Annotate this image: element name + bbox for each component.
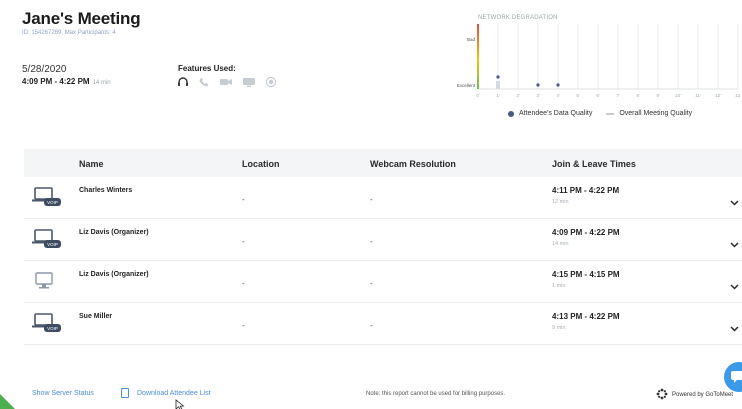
attendee-location: - (242, 195, 245, 204)
meeting-title: Jane's Meeting (22, 9, 141, 28)
x-tick-label: 12' (715, 93, 721, 98)
legend-dot-icon (508, 110, 514, 117)
chevron-down-icon[interactable] (730, 193, 739, 211)
attendee-name: Sue Miller (79, 313, 113, 320)
x-tick-label: 1' (496, 93, 500, 98)
download-attendee-list-link[interactable]: Download Attendee List (137, 390, 211, 397)
computer-icon (32, 271, 64, 296)
x-tick-label: 2' (516, 93, 520, 98)
meeting-date: 5/28/2020 (22, 64, 67, 75)
svg-text:VOIP: VOIP (47, 242, 58, 247)
attendee-join-leave: 4:09 PM - 4:22 PM (552, 228, 620, 237)
table-row[interactable]: VOIP Charles Winters - - 4:11 PM - 4:22 PM 12… (24, 177, 742, 219)
table-row[interactable]: VOIP Liz Davis (Organizer) - - 4:09 PM - 4:2… (24, 219, 742, 261)
header-webcam: Webcam Resolution (370, 159, 456, 169)
webcam-icon (219, 76, 233, 88)
billing-note: Note: this report cannot be used for bil… (366, 391, 506, 397)
x-tick-label: 5' (576, 93, 580, 98)
attendee-join-leave: 4:11 PM - 4:22 PM (552, 186, 620, 195)
x-tick-label: 6' (596, 93, 600, 98)
attendee-duration: 12 min (552, 199, 569, 205)
attendee-location: - (242, 279, 245, 288)
attendee-location: - (242, 237, 245, 246)
download-icon[interactable] (121, 388, 129, 398)
attendee-webcam: - (370, 279, 373, 288)
chevron-down-icon[interactable] (730, 277, 739, 295)
network-degradation-chart: NETWORK DEGRADATION 0' 1' 2' 3' 4' 5' 6' 7' 8' 9'… (440, 14, 741, 104)
data-point (496, 75, 500, 79)
attendee-name: Liz Davis (Organizer) (79, 229, 149, 236)
chat-button[interactable] (724, 362, 742, 392)
chart-title: NETWORK DEGRADATION (478, 15, 558, 21)
chat-icon (731, 371, 742, 383)
svg-text:VOIP: VOIP (47, 200, 58, 205)
legend-overall: Overall Meeting Quality (606, 110, 692, 117)
x-tick-label: 10' (675, 93, 681, 98)
legend-overall-label: Overall Meeting Quality (619, 110, 693, 117)
y-label-bad: Bad (467, 37, 476, 42)
gotomeeting-logo-icon (656, 388, 668, 402)
attendee-duration: 1 min (552, 283, 566, 289)
header-location: Location (242, 159, 280, 169)
attendee-join-leave: 4:15 PM - 4:15 PM (552, 270, 620, 279)
table-row[interactable]: VOIP Sue Miller - - 4:13 PM - 4:22 PM 9 min (24, 303, 742, 345)
legend-line-icon (606, 112, 615, 115)
chart-svg: 0' 1' 2' 3' 4' 5' 6' 7' 8' 9' 10' 11' 12' 13' Bad Excel… (457, 24, 741, 98)
meeting-time: 4:09 PM - 4:22 PM 14 min (22, 77, 111, 86)
x-tick-label: 7' (616, 93, 620, 98)
screen-share-icon (242, 76, 256, 88)
data-point (556, 83, 560, 87)
data-point (536, 83, 540, 87)
header-name: Name (79, 159, 104, 169)
attendee-duration: 14 min (552, 241, 569, 247)
attendee-table-header: Name Location Webcam Resolution Join & L… (24, 149, 742, 177)
meeting-id: ID: 154267269, Max Participants: 4 (22, 30, 116, 36)
x-tick-label: 4' (556, 93, 560, 98)
features-label: Features Used: (178, 64, 236, 73)
x-tick-label: 11' (695, 93, 701, 98)
mouse-cursor-icon (175, 398, 185, 409)
attendee-webcam: - (370, 195, 373, 204)
meeting-time-range: 4:09 PM - 4:22 PM (22, 77, 90, 86)
svg-text:VOIP: VOIP (47, 326, 58, 331)
chevron-down-icon[interactable] (730, 235, 739, 253)
x-tick-label: 13' (735, 93, 740, 98)
attendee-location: - (242, 321, 245, 330)
show-server-status-link[interactable]: Show Server Status (32, 390, 94, 397)
y-label-excellent: Excellent (457, 83, 476, 88)
attendee-name: Liz Davis (Organizer) (79, 271, 149, 278)
x-tick-label: 8' (636, 93, 640, 98)
attendee-webcam: - (370, 237, 373, 246)
attendee-webcam: - (370, 321, 373, 330)
chart-legend: Attendee's Data Quality Overall Meeting … (508, 110, 692, 117)
quality-scale-bar (477, 24, 479, 89)
legend-attendee-label: Attendee's Data Quality (519, 110, 593, 117)
header-times: Join & Leave Times (552, 159, 636, 169)
record-icon (265, 76, 277, 88)
attendee-name: Charles Winters (79, 187, 133, 194)
voip-computer-icon: VOIP (32, 229, 64, 254)
powered-by: Powered by GoToMeet (656, 388, 733, 402)
x-tick-label: 9' (656, 93, 660, 98)
features-list (177, 76, 277, 88)
table-row[interactable]: Liz Davis (Organizer) - - 4:15 PM - 4:15 PM… (24, 261, 742, 303)
voip-computer-icon: VOIP (32, 187, 64, 212)
x-tick-label: 3' (536, 93, 540, 98)
legend-attendee: Attendee's Data Quality (508, 110, 592, 117)
phone-icon (198, 76, 210, 88)
voip-computer-icon: VOIP (32, 313, 64, 338)
powered-by-label: Powered by GoToMeet (672, 392, 734, 398)
meeting-duration: 14 min (92, 80, 111, 86)
overall-quality-bar (496, 81, 500, 89)
headset-icon (177, 76, 189, 88)
corner-decoration (0, 394, 15, 409)
chevron-down-icon[interactable] (730, 319, 739, 337)
x-tick-label: 0' (476, 93, 480, 98)
attendee-duration: 9 min (552, 325, 566, 331)
attendee-join-leave: 4:13 PM - 4:22 PM (552, 312, 620, 321)
